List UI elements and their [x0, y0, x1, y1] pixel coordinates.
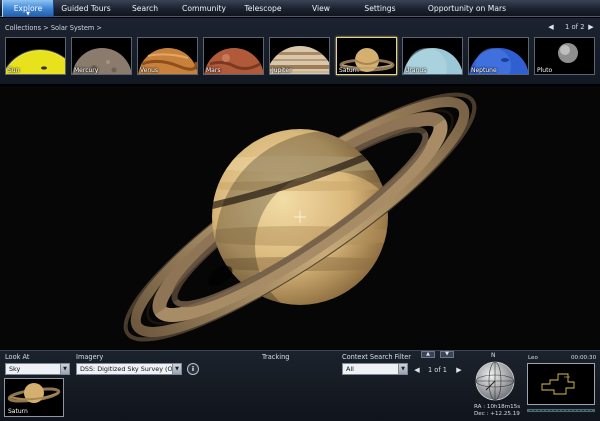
main-nav-bar: Explore ▼ Guided Tours Search Community …: [0, 0, 600, 17]
tab-search[interactable]: Search: [125, 0, 165, 17]
thumb-mercury[interactable]: Mercury: [71, 37, 132, 75]
chevron-up-icon: ▲: [426, 351, 430, 357]
left-arrow-icon[interactable]: ◀: [546, 22, 556, 33]
imagery-label: Imagery: [76, 353, 104, 361]
breadcrumb-separator: >: [96, 24, 102, 32]
tab-telescope-label: Telescope: [244, 4, 282, 13]
thumb-label: Mars: [206, 67, 221, 74]
ra-readout: RA : 10h18m15s: [474, 404, 521, 410]
look-at-value: Sky: [9, 365, 21, 373]
compass-north-label: N: [491, 352, 496, 359]
tab-view[interactable]: View: [306, 0, 336, 17]
scroll-up-button[interactable]: ▲: [421, 351, 435, 358]
page-indicator: 1 of 2: [565, 23, 585, 31]
tab-opportunity-on-mars[interactable]: Opportunity on Mars: [427, 0, 507, 17]
tab-search-label: Search: [131, 4, 159, 13]
context-filter-value: All: [346, 365, 354, 373]
thumb-saturn[interactable]: Saturn: [336, 37, 397, 75]
thumb-label: Jupiter: [272, 67, 292, 74]
right-arrow-icon[interactable]: ▶: [586, 22, 596, 33]
thumb-label: Pluto: [537, 67, 553, 74]
tab-active-caret-icon: ▼: [26, 11, 30, 17]
thumb-venus[interactable]: Venus: [137, 37, 198, 75]
constellation-outline-image: [541, 373, 575, 395]
right-arrow-icon[interactable]: ▶: [454, 365, 464, 375]
chevron-down-icon: ▼: [172, 364, 181, 374]
thumb-label: Neptune: [471, 67, 497, 74]
look-at-dropdown[interactable]: Sky ▼: [5, 363, 70, 375]
tab-telescope[interactable]: Telescope: [240, 0, 286, 17]
tab-settings[interactable]: Settings: [360, 0, 400, 17]
sky-view[interactable]: [0, 86, 600, 350]
scroll-down-button[interactable]: ▼: [440, 351, 454, 358]
thumb-label: Venus: [140, 67, 159, 74]
minimap-constellation-label: Leo: [528, 355, 538, 361]
tab-community-label: Community: [182, 4, 226, 13]
thumb-label: Uranus: [405, 67, 427, 74]
saturn-view-image: [0, 86, 600, 350]
tab-settings-label: Settings: [364, 4, 396, 13]
time-scrubber[interactable]: [527, 409, 595, 412]
context-result-saturn[interactable]: Saturn: [4, 378, 64, 417]
thumb-pluto[interactable]: Pluto: [534, 37, 595, 75]
results-page-indicator: 1 of 1: [428, 366, 447, 374]
look-at-label: Look At: [5, 353, 30, 361]
thumb-label: Mercury: [74, 67, 99, 74]
thumb-uranus[interactable]: Uranus: [402, 37, 463, 75]
context-filter-dropdown[interactable]: All ▼: [342, 363, 408, 375]
imagery-dropdown[interactable]: DSS: Digitized Sky Survey (O... ▼: [76, 363, 182, 375]
tab-view-label: View: [311, 4, 331, 13]
breadcrumb-separator: >: [43, 24, 49, 32]
compass-globe-icon[interactable]: [474, 360, 516, 402]
thumb-label: Saturn: [339, 67, 359, 74]
chevron-down-icon: ▼: [60, 364, 69, 374]
bottom-panel: Look At Sky ▼ Imagery DSS: Digitized Sky…: [0, 350, 600, 421]
tab-opportunity-label: Opportunity on Mars: [427, 4, 507, 13]
thumb-neptune[interactable]: Neptune: [468, 37, 529, 75]
tab-community[interactable]: Community: [180, 0, 228, 17]
tab-guided-tours-label: Guided Tours: [61, 4, 111, 13]
chevron-down-icon: ▼: [398, 364, 407, 374]
tab-guided-tours[interactable]: Guided Tours: [56, 0, 116, 17]
results-pager: ◀ 1 of 1 ▶: [412, 365, 462, 375]
thumb-mars[interactable]: Mars: [203, 37, 264, 75]
collection-pager: ◀ 1 of 2 ▶: [546, 22, 593, 33]
left-arrow-icon[interactable]: ◀: [412, 365, 422, 375]
thumb-jupiter[interactable]: Jupiter: [269, 37, 330, 75]
dec-readout: Dec : +12.25.19: [474, 411, 520, 417]
chevron-down-icon: ▼: [445, 351, 449, 357]
context-result-label: Saturn: [8, 408, 28, 415]
tracking-label: Tracking: [262, 353, 290, 361]
breadcrumb-collections[interactable]: Collections: [5, 24, 41, 32]
constellation-minimap[interactable]: [527, 363, 595, 405]
thumb-label: Sun: [8, 67, 20, 74]
imagery-value: DSS: Digitized Sky Survey (O...: [80, 365, 179, 373]
info-button[interactable]: i: [187, 363, 199, 375]
breadcrumb: Collections > Solar System >: [5, 24, 102, 32]
thumb-sun[interactable]: Sun: [5, 37, 66, 75]
tab-explore[interactable]: Explore ▼: [2, 0, 54, 17]
coordinates-readout: RA : 10h18m15s Dec : +12.25.19: [474, 404, 520, 418]
breadcrumb-solar-system[interactable]: Solar System: [51, 24, 95, 32]
collection-strip: Collections > Solar System > ◀ 1 of 2 ▶ …: [0, 18, 600, 103]
minimap-time-label: 00:00:30: [571, 355, 597, 361]
context-filter-label: Context Search Filter: [342, 353, 412, 361]
info-icon: i: [191, 365, 195, 373]
